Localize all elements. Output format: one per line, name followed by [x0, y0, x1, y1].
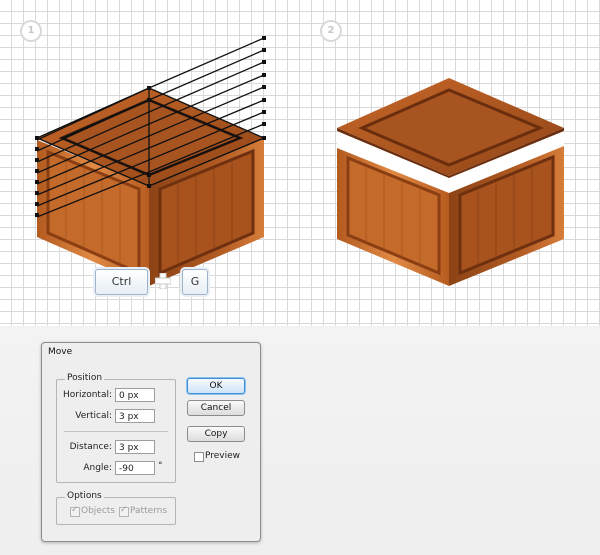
distance-label: Distance:	[69, 442, 112, 452]
move-dialog: Move Position Horizontal: 0 px Vertical:…	[41, 342, 261, 542]
artwork-layer	[35, 36, 564, 286]
horizontal-field[interactable]: 0 px	[115, 388, 155, 402]
dialog-title: Move	[48, 347, 73, 357]
vertical-field[interactable]: 3 px	[115, 409, 155, 423]
preview-checkbox[interactable]	[194, 452, 204, 462]
objects-checkbox[interactable]: ✓	[70, 505, 80, 517]
ctrl-key: Ctrl	[95, 269, 148, 295]
g-key: G	[182, 269, 208, 295]
crate-2	[337, 78, 564, 286]
objects-check-icon: ✓	[71, 505, 79, 515]
patterns-label: Patterns	[130, 506, 168, 516]
position-divider	[64, 431, 168, 432]
horizontal-label: Horizontal:	[63, 390, 112, 400]
patterns-check-icon: ✓	[120, 505, 128, 515]
objects-label: Objects	[81, 506, 116, 516]
plus-icon	[155, 273, 171, 289]
degree-symbol: °	[158, 461, 163, 471]
options-legend: Options	[65, 491, 104, 501]
cancel-button[interactable]: Cancel	[187, 400, 245, 416]
angle-label: Angle:	[83, 463, 112, 473]
position-legend: Position	[65, 373, 105, 383]
preview-label: Preview	[205, 451, 241, 461]
vertical-label: Vertical:	[75, 411, 112, 421]
copy-button[interactable]: Copy	[187, 426, 245, 442]
angle-field[interactable]: -90	[115, 461, 155, 475]
distance-field[interactable]: 3 px	[115, 440, 155, 454]
patterns-checkbox[interactable]: ✓	[119, 505, 129, 517]
ok-button[interactable]: OK	[187, 378, 245, 394]
